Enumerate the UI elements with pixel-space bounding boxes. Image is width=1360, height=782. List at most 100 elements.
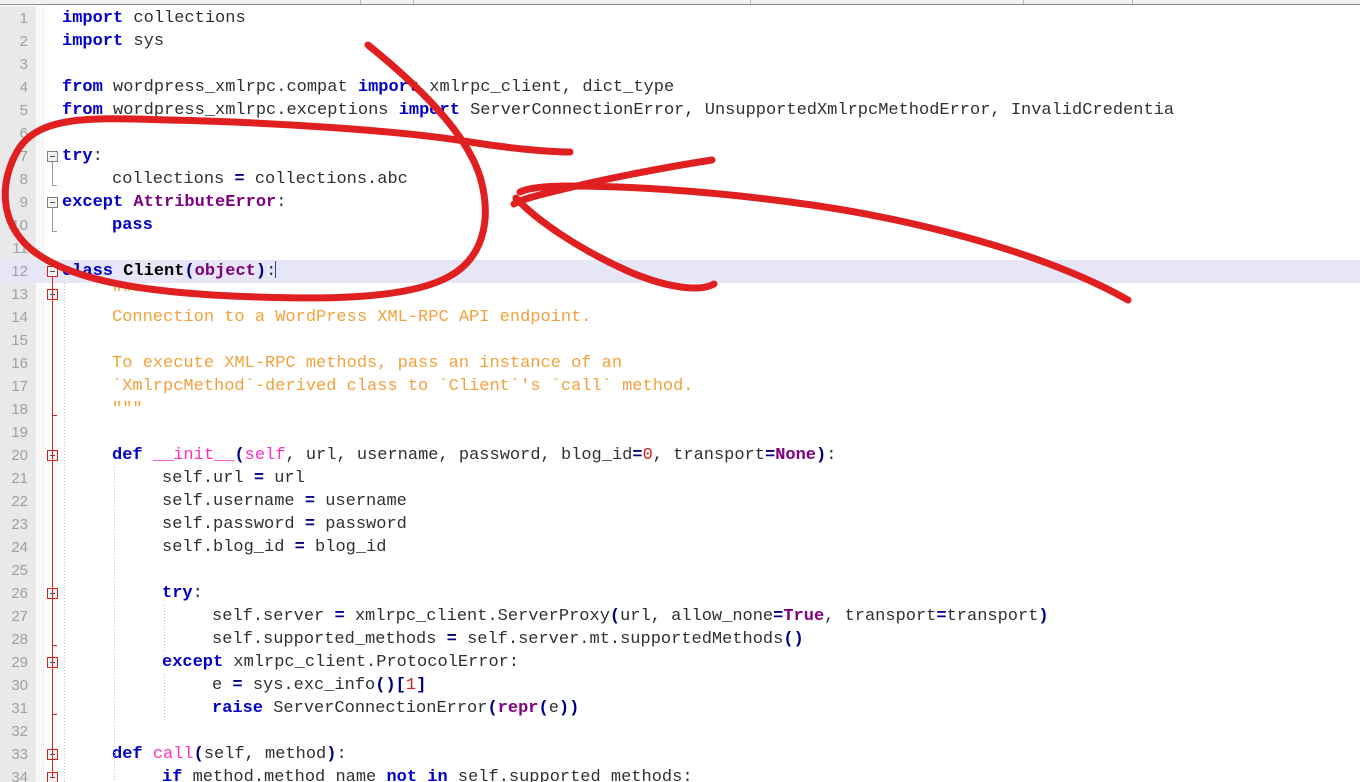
code-line[interactable]: 13 """ [0, 283, 1360, 306]
indent-guide [64, 283, 65, 782]
code-text[interactable]: from wordpress_xmlrpc.compat import xmlr… [62, 76, 674, 99]
code-text[interactable]: self.username = username [162, 490, 407, 513]
code-line[interactable]: 10 pass [0, 214, 1360, 237]
code-text[interactable]: self.supported_methods = self.server.mt.… [212, 628, 804, 651]
line-number: 13 [11, 286, 28, 303]
code-text[interactable]: self.password = password [162, 513, 407, 536]
code-line[interactable]: 23 self.password = password [0, 513, 1360, 536]
code-line[interactable]: 24 self.blog_id = blog_id [0, 536, 1360, 559]
code-text[interactable]: collections = collections.abc [112, 168, 408, 191]
code-text[interactable]: e = sys.exc_info()[1] [212, 674, 426, 697]
line-number: 34 [11, 769, 28, 782]
toolbar-group-tools[interactable] [1024, 0, 1132, 4]
code-line[interactable]: 28 self.supported_methods = self.server.m… [0, 628, 1360, 651]
code-line[interactable]: 29 except xmlrpc_client.ProtocolError: [0, 651, 1360, 674]
code-text[interactable]: except AttributeError: [62, 191, 286, 214]
toolbar-group-run[interactable] [751, 0, 1023, 4]
code-line[interactable]: 3 [0, 53, 1360, 76]
indent-guide [164, 674, 165, 720]
code-line[interactable]: 31 raise ServerConnectionError(repr(e)) [0, 697, 1360, 720]
line-number: 7 [19, 148, 28, 165]
code-text[interactable]: To execute XML-RPC methods, pass an inst… [112, 352, 622, 375]
toolbar-group-edit[interactable] [361, 0, 413, 4]
line-number: 19 [11, 424, 28, 441]
code-text[interactable]: """ [112, 283, 143, 306]
line-number: 16 [11, 355, 28, 372]
toolbar-group-help[interactable] [1133, 0, 1360, 4]
code-line[interactable]: 30 e = sys.exc_info()[1] [0, 674, 1360, 697]
line-number: 21 [11, 470, 28, 487]
line-number: 26 [11, 585, 28, 602]
code-text[interactable]: self.server = xmlrpc_client.ServerProxy(… [212, 605, 1049, 628]
line-number: 31 [11, 700, 28, 717]
fold-toggle-icon[interactable] [47, 266, 58, 277]
code-line[interactable]: 12 class Client(object): [0, 260, 1360, 283]
code-line[interactable]: 5 from wordpress_xmlrpc.exceptions import… [0, 99, 1360, 122]
fold-toggle-icon[interactable] [47, 151, 58, 162]
fold-connector-end [52, 714, 57, 715]
code-line[interactable]: 8 collections = collections.abc [0, 168, 1360, 191]
code-editor-window: 1 import collections 2 import sys 3 4 from wor… [0, 0, 1360, 782]
code-text[interactable]: def call(self, method): [112, 743, 347, 766]
fold-connector [52, 208, 53, 231]
line-number: 9 [19, 194, 28, 211]
line-number: 4 [19, 79, 28, 96]
code-line[interactable]: 33 def call(self, method): [0, 743, 1360, 766]
code-line[interactable]: 1 import collections [0, 7, 1360, 30]
code-text[interactable]: import collections [62, 7, 246, 30]
line-number: 18 [11, 401, 28, 418]
line-number: 2 [19, 33, 28, 50]
line-number: 20 [11, 447, 28, 464]
code-text[interactable]: except xmlrpc_client.ProtocolError: [162, 651, 519, 674]
toolbar-group-view[interactable] [414, 0, 750, 4]
code-line[interactable]: 22 self.username = username [0, 490, 1360, 513]
code-line[interactable]: 34 if method.method_name not in self.supp… [0, 766, 1360, 782]
code-text[interactable]: Connection to a WordPress XML-RPC API en… [112, 306, 591, 329]
code-line[interactable]: 21 self.url = url [0, 467, 1360, 490]
code-text[interactable]: if method.method_name not in self.suppor… [162, 766, 693, 782]
code-line[interactable]: 11 [0, 237, 1360, 260]
toolbar-group-file[interactable] [0, 0, 360, 4]
code-line[interactable]: 15 [0, 329, 1360, 352]
code-line[interactable]: 25 [0, 559, 1360, 582]
line-number: 14 [11, 309, 28, 326]
code-text[interactable]: class Client(object): [62, 260, 277, 283]
code-line[interactable]: 9 except AttributeError: [0, 191, 1360, 214]
code-text[interactable]: pass [112, 214, 153, 237]
code-line[interactable]: 16 To execute XML-RPC methods, pass an in… [0, 352, 1360, 375]
code-text[interactable]: """ [112, 398, 143, 421]
code-text[interactable]: self.blog_id = blog_id [162, 536, 386, 559]
editor-toolbar[interactable] [0, 0, 1360, 5]
line-number: 30 [11, 677, 28, 694]
fold-toggle-icon[interactable] [47, 197, 58, 208]
code-text[interactable]: try: [162, 582, 203, 605]
code-line[interactable]: 27 self.server = xmlrpc_client.ServerProx… [0, 605, 1360, 628]
code-text[interactable]: try: [62, 145, 103, 168]
code-line[interactable]: 7 try: [0, 145, 1360, 168]
line-number: 17 [11, 378, 28, 395]
fold-connector [52, 162, 53, 185]
code-line[interactable]: 2 import sys [0, 30, 1360, 53]
code-editor-area[interactable]: 1 import collections 2 import sys 3 4 from wor… [0, 6, 1360, 782]
code-line[interactable]: 18 """ [0, 398, 1360, 421]
code-text[interactable]: raise ServerConnectionError(repr(e)) [212, 697, 579, 720]
line-number: 33 [11, 746, 28, 763]
code-text[interactable]: import sys [62, 30, 164, 53]
code-line[interactable]: 14 Connection to a WordPress XML-RPC API … [0, 306, 1360, 329]
code-line[interactable]: 26 try: [0, 582, 1360, 605]
code-line[interactable]: 17 `XmlrpcMethod`-derived class to `Clien… [0, 375, 1360, 398]
code-line[interactable]: 20 def __init__(self, url, username, pass… [0, 444, 1360, 467]
code-text[interactable]: def __init__(self, url, username, passwo… [112, 444, 836, 467]
code-line[interactable]: 4 from wordpress_xmlrpc.compat import xml… [0, 76, 1360, 99]
fold-connector-end [52, 645, 57, 646]
code-line[interactable]: 19 [0, 421, 1360, 444]
indent-guide [114, 467, 115, 782]
code-text[interactable]: `XmlrpcMethod`-derived class to `Client`… [112, 375, 694, 398]
fold-connector-end [52, 231, 57, 232]
class-fold-connector [52, 277, 53, 778]
code-text[interactable]: from wordpress_xmlrpc.exceptions import … [62, 99, 1174, 122]
code-text[interactable]: self.url = url [162, 467, 305, 490]
code-line[interactable]: 6 [0, 122, 1360, 145]
line-number: 5 [19, 102, 28, 119]
code-line[interactable]: 32 [0, 720, 1360, 743]
